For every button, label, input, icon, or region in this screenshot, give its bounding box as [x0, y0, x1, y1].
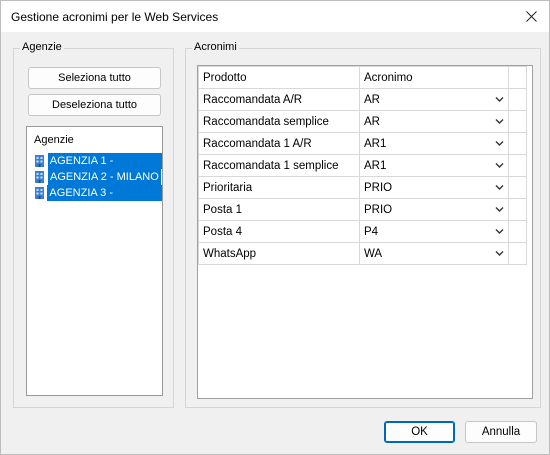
- prodotto-cell: Prioritaria: [198, 176, 360, 199]
- acronimi-grid: Prodotto Acronimo Raccomandata A/R AR Racc…: [197, 65, 533, 399]
- acronimo-dropdown[interactable]: WA: [359, 242, 509, 265]
- select-all-button[interactable]: Seleziona tutto: [28, 67, 161, 89]
- table-row: Posta 1 PRIO: [198, 198, 527, 221]
- agenzie-listbox[interactable]: Agenzie AGENZIA 1 - CATANIAAGENZIA 2 - M…: [26, 126, 163, 396]
- acronimo-dropdown[interactable]: AR: [359, 88, 509, 111]
- acronimo-value: PRIO: [364, 203, 393, 216]
- agenzia-label: AGENZIA 2 - MILANO: [48, 169, 161, 185]
- acronimo-value: PRIO: [364, 181, 393, 194]
- prodotto-cell: Raccomandata 1 A/R: [198, 132, 360, 155]
- spare-cell: [508, 88, 527, 111]
- spare-cell: [508, 132, 527, 155]
- table-row: Raccomandata 1 semplice AR1: [198, 154, 527, 177]
- cancel-button[interactable]: Annulla: [465, 421, 537, 443]
- acronimo-value: AR1: [364, 159, 387, 172]
- table-row: Raccomandata semplice AR: [198, 110, 527, 133]
- chevron-down-icon: [495, 119, 504, 124]
- acronimo-value: AR1: [364, 137, 387, 150]
- acronimo-dropdown[interactable]: PRIO: [359, 176, 509, 199]
- close-button[interactable]: [513, 1, 549, 32]
- table-row: WhatsApp WA: [198, 242, 527, 265]
- acronimo-dropdown[interactable]: P4: [359, 220, 509, 243]
- building-icon: [34, 154, 46, 169]
- table-row: Raccomandata 1 A/R AR1: [198, 132, 527, 155]
- grid-header-row: Prodotto Acronimo: [198, 66, 527, 89]
- agenzie-list-items: AGENZIA 1 - CATANIAAGENZIA 2 - MILANOAGE…: [34, 153, 162, 215]
- chevron-down-icon: [495, 251, 504, 256]
- acronimo-dropdown[interactable]: PRIO: [359, 198, 509, 221]
- title-bar: Gestione acronimi per le Web Services: [1, 1, 549, 32]
- spare-cell: [508, 242, 527, 265]
- deselect-all-button[interactable]: Deseleziona tutto: [28, 94, 161, 116]
- prodotto-cell: Raccomandata 1 semplice: [198, 154, 360, 177]
- acronimo-value: P4: [364, 225, 379, 238]
- acronimo-value: AR: [364, 115, 380, 128]
- chevron-down-icon: [495, 185, 504, 190]
- spare-cell: [508, 198, 527, 221]
- spare-cell: [508, 220, 527, 243]
- prodotto-cell: Raccomandata A/R: [198, 88, 360, 111]
- agenzia-label: AGENZIA 1 - CATANIA: [47, 153, 162, 183]
- spare-cell: [508, 110, 527, 133]
- prodotto-cell: Raccomandata semplice: [198, 110, 360, 133]
- table-row: Raccomandata A/R AR: [198, 88, 527, 111]
- acronimi-group-label: Acronimi: [192, 41, 239, 53]
- agenzia-list-item[interactable]: AGENZIA 1 - CATANIA: [34, 153, 162, 183]
- agenzie-group: Agenzie Seleziona tutto Deseleziona tutt…: [13, 41, 174, 408]
- close-icon: [525, 11, 537, 22]
- acronimi-group: Acronimi Prodotto Acronimo Raccomandata …: [185, 41, 541, 408]
- spare-cell: [508, 154, 527, 177]
- prodotto-cell: Posta 4: [198, 220, 360, 243]
- agenzia-label: AGENZIA 3 - MESSINA: [47, 185, 162, 215]
- column-header-prodotto[interactable]: Prodotto: [198, 66, 360, 89]
- table-row: Prioritaria PRIO: [198, 176, 527, 199]
- agenzie-list-header: Agenzie: [34, 134, 74, 146]
- agenzia-list-item[interactable]: AGENZIA 2 - MILANO: [34, 169, 162, 185]
- prodotto-cell: Posta 1: [198, 198, 360, 221]
- table-row: Posta 4 P4: [198, 220, 527, 243]
- acronimo-value: WA: [364, 247, 383, 260]
- acronimo-value: AR: [364, 93, 380, 106]
- chevron-down-icon: [495, 229, 504, 234]
- column-header-acronimo[interactable]: Acronimo: [359, 66, 509, 89]
- acronimo-dropdown[interactable]: AR: [359, 110, 509, 133]
- building-icon: [34, 170, 46, 185]
- column-header-spare: [508, 66, 527, 89]
- agenzie-group-label: Agenzie: [20, 41, 64, 53]
- chevron-down-icon: [495, 163, 504, 168]
- agenzia-list-item[interactable]: AGENZIA 3 - MESSINA: [34, 185, 162, 215]
- ok-button[interactable]: OK: [384, 421, 455, 443]
- acronimo-dropdown[interactable]: AR1: [359, 132, 509, 155]
- spare-cell: [508, 176, 527, 199]
- chevron-down-icon: [495, 207, 504, 212]
- dialog-window: Gestione acronimi per le Web Services Ag…: [0, 0, 550, 455]
- prodotto-cell: WhatsApp: [198, 242, 360, 265]
- grid-body: Raccomandata A/R AR Raccomandata semplice A…: [198, 88, 527, 265]
- window-title: Gestione acronimi per le Web Services: [11, 10, 219, 24]
- acronimo-dropdown[interactable]: AR1: [359, 154, 509, 177]
- building-icon: [34, 186, 45, 201]
- chevron-down-icon: [495, 97, 504, 102]
- chevron-down-icon: [495, 141, 504, 146]
